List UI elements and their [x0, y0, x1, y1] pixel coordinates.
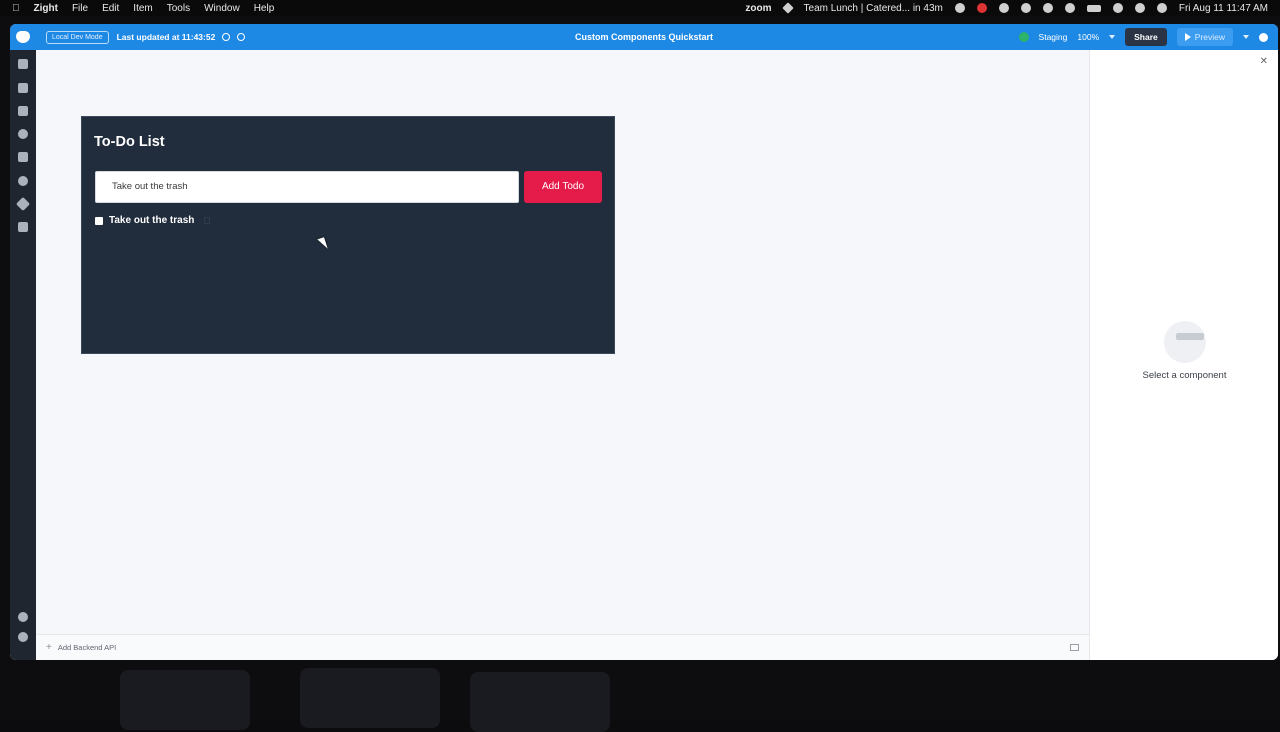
- meeting-reminder[interactable]: Team Lunch | Catered... in 43m: [804, 3, 943, 14]
- share-button[interactable]: Share: [1125, 28, 1167, 46]
- menu-app-name[interactable]: Zight: [34, 3, 58, 14]
- settings-gear-icon[interactable]: [18, 176, 28, 186]
- debug-bug-icon[interactable]: [18, 152, 28, 162]
- menubar-datetime[interactable]: Fri Aug 11 11:47 AM: [1179, 3, 1268, 14]
- todo-checkbox[interactable]: [95, 216, 103, 225]
- git-branch-icon[interactable]: [15, 196, 31, 212]
- empty-state-text: Select a component: [1142, 370, 1227, 381]
- gear-icon[interactable]: [1020, 3, 1031, 13]
- environment-selector[interactable]: Staging: [1039, 32, 1068, 42]
- add-backend-api-button[interactable]: Add Backend API: [58, 643, 116, 652]
- chat-icon[interactable]: [998, 3, 1009, 13]
- desktop-card: [470, 672, 610, 732]
- menu-window[interactable]: Window: [204, 3, 240, 14]
- desktop-card: [300, 668, 440, 728]
- app-logo-icon[interactable]: [10, 24, 36, 50]
- status-icon[interactable]: [954, 3, 965, 13]
- menu-item[interactable]: Item: [133, 3, 152, 14]
- battery-icon[interactable]: [1086, 4, 1101, 12]
- local-dev-mode-badge[interactable]: Local Dev Mode: [46, 30, 109, 44]
- bluetooth-icon[interactable]: [1042, 3, 1053, 13]
- todo-item-label: Take out the trash: [109, 215, 195, 226]
- apple-icon[interactable]: : [12, 3, 20, 14]
- add-todo-button[interactable]: Add Todo: [524, 171, 602, 203]
- help-icon[interactable]: [18, 632, 28, 642]
- editor-topbar: Local Dev Mode Last updated at 11:43:52 …: [10, 24, 1278, 50]
- preview-menu-chevron-icon[interactable]: [1243, 35, 1249, 39]
- database-icon[interactable]: [18, 222, 28, 232]
- inspector-panel: ✕ Select a component: [1089, 50, 1278, 660]
- app-window: Local Dev Mode Last updated at 11:43:52 …: [10, 24, 1278, 660]
- menu-edit[interactable]: Edit: [102, 3, 119, 14]
- bottom-bar: + Add Backend API: [36, 634, 1089, 660]
- menu-help[interactable]: Help: [254, 3, 275, 14]
- preview-label: Preview: [1194, 32, 1225, 42]
- menu-file[interactable]: File: [72, 3, 88, 14]
- environment-check-icon: [1018, 32, 1029, 42]
- search-icon[interactable]: [1134, 3, 1145, 13]
- menu-tools[interactable]: Tools: [167, 3, 190, 14]
- workflow-icon[interactable]: [18, 106, 28, 116]
- play-icon: [1184, 33, 1191, 41]
- layers-icon[interactable]: [18, 83, 28, 93]
- chevron-down-icon[interactable]: [1109, 35, 1116, 39]
- components-icon[interactable]: [18, 59, 28, 69]
- control-center-icon[interactable]: [1156, 3, 1167, 13]
- todo-component[interactable]: To-Do List Take out the trash Add Todo T…: [81, 116, 615, 354]
- todo-input[interactable]: Take out the trash: [95, 171, 519, 203]
- editor-canvas[interactable]: To-Do List Take out the trash Add Todo T…: [36, 50, 1089, 634]
- record-icon[interactable]: [976, 3, 987, 13]
- todo-item: Take out the trash: [95, 215, 211, 226]
- preview-button[interactable]: Preview: [1176, 28, 1233, 46]
- zoom-selector[interactable]: 100%: [1077, 32, 1099, 42]
- macos-menubar:  Zight File Edit Item Tools Window Help…: [0, 0, 1280, 16]
- last-updated-text: Last updated at 11:43:52: [116, 32, 216, 42]
- disconnect-icon[interactable]: [237, 33, 246, 41]
- preferences-gear-icon[interactable]: [18, 612, 28, 622]
- state-icon[interactable]: [18, 129, 28, 139]
- trash-icon[interactable]: [204, 217, 211, 224]
- wifi-icon[interactable]: [1112, 3, 1123, 13]
- plus-icon[interactable]: +: [46, 642, 52, 653]
- trophy-icon[interactable]: [1259, 32, 1268, 42]
- todo-title: To-Do List: [94, 134, 165, 150]
- panel-toggle-icon[interactable]: [1070, 644, 1079, 651]
- left-rail: [10, 50, 36, 660]
- close-icon[interactable]: ✕: [1260, 56, 1268, 67]
- component-placeholder-icon: [1164, 321, 1206, 363]
- play-icon[interactable]: [1064, 3, 1075, 13]
- refresh-icon[interactable]: [222, 33, 231, 41]
- diamond-icon[interactable]: [781, 2, 794, 14]
- zoom-status-label[interactable]: zoom: [745, 3, 771, 14]
- desktop-card: [120, 670, 250, 730]
